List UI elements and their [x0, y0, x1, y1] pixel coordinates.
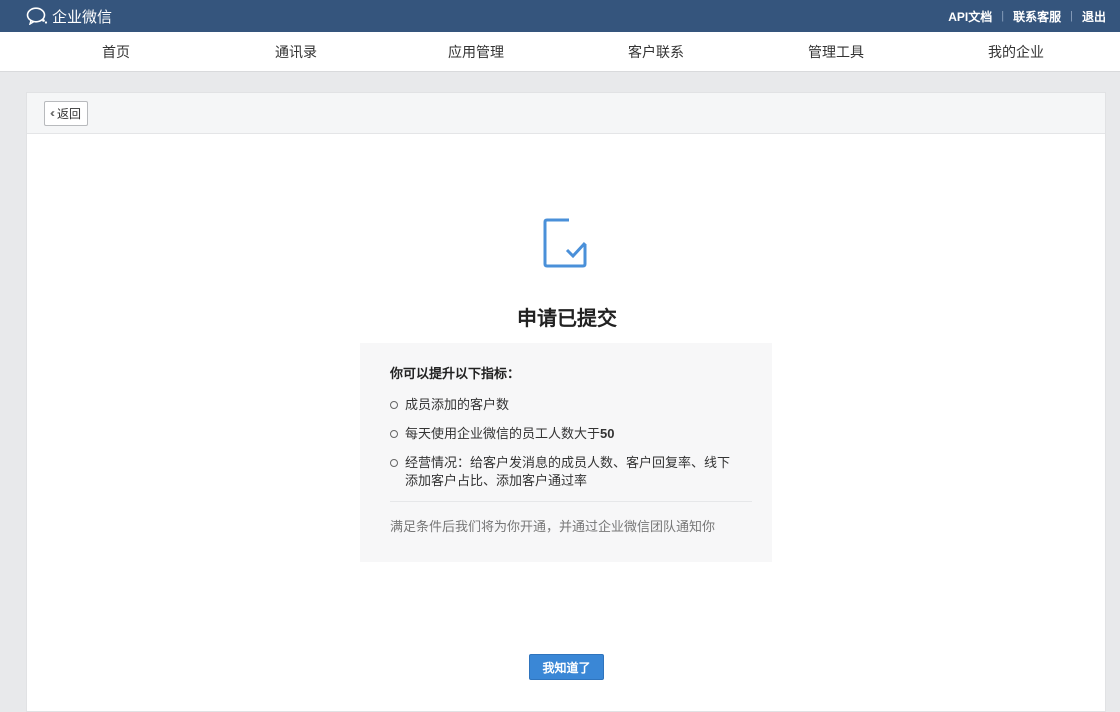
main-nav: 首页 通讯录 应用管理 客户联系 管理工具 我的企业: [0, 32, 1120, 72]
brand-name: 企业微信: [52, 8, 113, 26]
list-item: 每天使用企业微信的员工人数大于50: [390, 425, 742, 443]
confirm-button[interactable]: 我知道了: [529, 654, 604, 680]
contact-support-link[interactable]: 联系客服: [1013, 8, 1061, 25]
checkbox-checked-icon: [543, 218, 587, 268]
api-docs-link[interactable]: API文档: [948, 8, 992, 25]
bullet-circle-icon: [390, 401, 398, 409]
info-heading: 你可以提升以下指标：: [390, 366, 521, 381]
list-item: 成员添加的客户数: [390, 396, 742, 414]
list-item-number: 50: [600, 426, 615, 441]
divider: [390, 501, 752, 502]
back-label: 返回: [57, 106, 82, 121]
top-bar: 企业微信 API文档 | 联系客服 | 退出: [0, 0, 1120, 32]
list-item-text: 成员添加的客户数: [405, 397, 510, 412]
nav-item-apps[interactable]: 应用管理: [386, 42, 566, 62]
list-item-text: 每天使用企业微信的员工人数大于: [405, 426, 601, 441]
content-card: ‹‹ 返回 申请已提交 你可以提升以下指标： 成员添加的客户数 每天使用企业微信…: [26, 92, 1106, 712]
top-links: API文档 | 联系客服 | 退出: [948, 8, 1120, 25]
info-box: 你可以提升以下指标： 成员添加的客户数 每天使用企业微信的员工人数大于50 经营…: [360, 343, 772, 562]
link-separator: |: [1001, 10, 1005, 22]
nav-item-home[interactable]: 首页: [26, 42, 206, 62]
nav-item-contacts[interactable]: 通讯录: [206, 42, 386, 62]
double-chevron-left-icon: ‹‹: [50, 106, 55, 120]
info-note: 满足条件后我们将为你开通，并通过企业微信团队通知你: [390, 519, 716, 534]
back-button[interactable]: ‹‹ 返回: [44, 100, 89, 126]
wecom-logo-icon: [26, 7, 48, 25]
card-header: ‹‹ 返回: [27, 93, 1105, 134]
logout-link[interactable]: 退出: [1082, 8, 1106, 25]
link-separator: |: [1070, 10, 1073, 22]
bullet-circle-icon: [390, 459, 398, 467]
nav-item-my-enterprise[interactable]: 我的企业: [926, 42, 1106, 62]
nav-item-customer-contact[interactable]: 客户联系: [566, 42, 746, 62]
nav-item-management-tools[interactable]: 管理工具: [746, 42, 926, 62]
brand-logo[interactable]: 企业微信: [26, 6, 112, 27]
list-item: 经营情况：给客户发消息的成员人数、客户回复率、线下添加客户占比、添加客户通过率: [390, 454, 742, 490]
bullet-circle-icon: [390, 430, 398, 438]
list-item-text: 经营情况：给客户发消息的成员人数、客户回复率、线下添加客户占比、添加客户通过率: [405, 455, 731, 488]
page-title: 申请已提交: [517, 308, 617, 330]
info-list: 成员添加的客户数 每天使用企业微信的员工人数大于50 经营情况：给客户发消息的成…: [390, 396, 742, 490]
